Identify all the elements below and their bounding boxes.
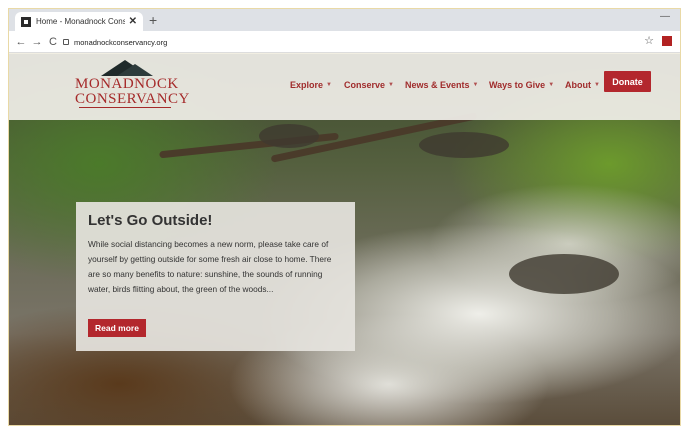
rock [419, 132, 509, 158]
donate-button[interactable]: Donate [604, 71, 651, 92]
nav-about-item: About ▼ [565, 80, 600, 90]
chevron-down-icon: ▼ [472, 82, 479, 88]
back-arrow-icon[interactable]: ← [13, 36, 29, 48]
nav-explore-item: Explore ▼ [290, 80, 332, 90]
logo-rule [79, 107, 171, 108]
nav-conserve[interactable]: Conserve ▼ [344, 75, 394, 95]
hero-body: While social distancing becomes a new no… [88, 239, 332, 294]
read-more-button[interactable]: Read more [88, 319, 146, 337]
chevron-down-icon: ▼ [326, 82, 332, 88]
hero-background: MONADNOCK CONSERVANCY Explore ▼ Conserve ▼… [9, 54, 680, 425]
bookmark-star-icon[interactable]: ☆ [644, 34, 654, 47]
reload-icon[interactable]: C [45, 36, 61, 48]
browser-tab[interactable]: Home - Monadnock Conservanc ✕ [15, 12, 143, 31]
hero-title: Let's Go Outside! [88, 212, 213, 229]
new-tab-button[interactable]: + [149, 12, 157, 28]
lock-icon [63, 39, 69, 45]
nav-label: Ways to Give [489, 80, 546, 90]
nav-ways-to-give[interactable]: Ways to Give ▼ [489, 75, 554, 95]
chevron-down-icon: ▼ [594, 82, 600, 88]
nav-label: Conserve [344, 80, 386, 90]
minimize-window-button[interactable]: — [660, 11, 670, 22]
browser-window: Home - Monadnock Conservanc ✕ + — ← → C … [8, 8, 681, 426]
chevron-down-icon: ▼ [388, 82, 394, 88]
nav-label: About [565, 80, 591, 90]
nav-news-events[interactable]: News & Events ▼ [405, 75, 478, 95]
nav-news-events-item: News & Events ▼ [405, 80, 478, 90]
close-tab-icon[interactable]: ✕ [129, 16, 137, 27]
nav-label: News & Events [405, 80, 470, 90]
hero-card: Let's Go Outside! While social distancin… [76, 202, 355, 351]
address-toolbar: ← → C monadnockconservancy.org ☆ [9, 31, 680, 53]
rock [259, 124, 319, 148]
nav-explore[interactable]: Explore ▼ [290, 75, 332, 95]
extension-icon[interactable] [662, 36, 672, 46]
forward-arrow-icon[interactable]: → [29, 36, 45, 48]
mountain-icon [117, 64, 153, 76]
nav-about[interactable]: About ▼ [565, 75, 600, 95]
address-bar[interactable]: monadnockconservancy.org [63, 34, 623, 50]
tab-strip: Home - Monadnock Conservanc ✕ + — [9, 9, 680, 31]
site-logo[interactable]: MONADNOCK CONSERVANCY [75, 60, 190, 114]
logo-text-line2: CONSERVANCY [75, 91, 190, 107]
nav-label: Explore [290, 80, 324, 90]
nav-conserve-item: Conserve ▼ [344, 80, 394, 90]
site-favicon-icon [21, 16, 31, 27]
url-text: monadnockconservancy.org [74, 37, 168, 47]
chevron-down-icon: ▼ [548, 82, 555, 88]
tab-title: Home - Monadnock Conservanc [36, 17, 125, 26]
site-header: MONADNOCK CONSERVANCY Explore ▼ Conserve ▼… [9, 54, 680, 120]
nav-ways-to-give-item: Ways to Give ▼ [489, 80, 554, 90]
rock [509, 254, 619, 294]
